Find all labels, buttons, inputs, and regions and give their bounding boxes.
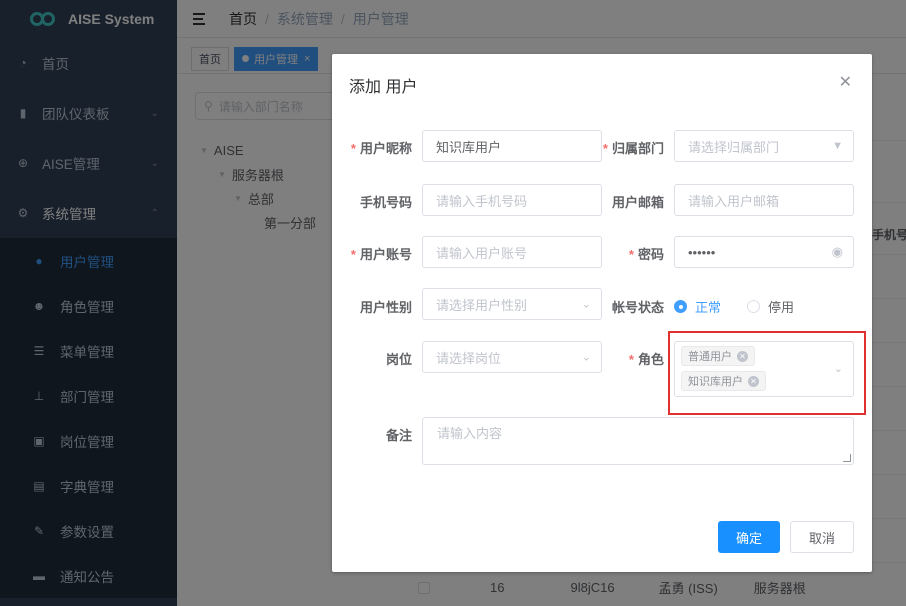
dialog-title: 添加 用户 xyxy=(349,79,418,96)
role-label: * 角色 xyxy=(628,352,664,367)
add-user-dialog: 添加 用户 ✕ * 用户昵称 知识库用户 * 归属部门 请选择归属部门 ▼ 手机号码 … xyxy=(332,54,872,572)
gender-label: 用户性别 xyxy=(359,300,412,315)
input-value: 知识库用户 xyxy=(436,139,502,155)
placeholder: 请选择归属部门 xyxy=(688,139,780,155)
account-label: * 用户账号 xyxy=(350,247,412,262)
placeholder: 请输入内容 xyxy=(437,426,503,441)
post-label: 岗位 xyxy=(385,352,412,367)
account-input[interactable]: 请输入用户账号 xyxy=(422,236,602,268)
nickname-label: * 用户昵称 xyxy=(350,141,412,156)
confirm-button[interactable]: 确定 xyxy=(718,521,780,553)
radio-label: 停用 xyxy=(768,300,795,315)
status-label: 帐号状态 xyxy=(611,300,664,315)
eye-icon[interactable]: ◉ xyxy=(832,244,843,260)
status-radio-disabled[interactable]: 停用 xyxy=(747,297,794,316)
remark-textarea[interactable]: 请输入内容 xyxy=(422,417,854,465)
post-select[interactable]: 请选择岗位 ⌄ xyxy=(422,341,602,373)
close-icon[interactable]: ✕ xyxy=(839,72,852,92)
phone-label: 手机号码 xyxy=(359,195,412,210)
email-input[interactable]: 请输入用户邮箱 xyxy=(674,184,854,216)
placeholder: 请选择岗位 xyxy=(436,350,502,366)
phone-input[interactable]: 请输入手机号码 xyxy=(422,184,602,216)
input-value: •••••• xyxy=(688,244,716,260)
placeholder: 请输入用户账号 xyxy=(436,245,528,261)
dept-select[interactable]: 请选择归属部门 ▼ xyxy=(674,130,854,162)
nickname-input[interactable]: 知识库用户 xyxy=(422,130,602,162)
password-input[interactable]: •••••• ◉ xyxy=(674,236,854,268)
cancel-button[interactable]: 取消 xyxy=(790,521,854,553)
placeholder: 请输入用户邮箱 xyxy=(688,193,780,209)
status-radio-normal[interactable]: 正常 xyxy=(674,297,721,316)
resize-handle[interactable] xyxy=(843,454,851,462)
caret-down-icon: ▼ xyxy=(832,140,843,152)
dept-label: * 归属部门 xyxy=(602,141,664,156)
remark-label: 备注 xyxy=(385,428,412,443)
highlight-box xyxy=(668,331,866,415)
email-label: 用户邮箱 xyxy=(611,195,664,210)
placeholder: 请输入手机号码 xyxy=(436,193,528,209)
placeholder: 请选择用户性别 xyxy=(436,297,528,313)
password-label: * 密码 xyxy=(628,247,664,262)
gender-select[interactable]: 请选择用户性别 ⌄ xyxy=(422,288,602,320)
radio-label: 正常 xyxy=(695,300,722,315)
